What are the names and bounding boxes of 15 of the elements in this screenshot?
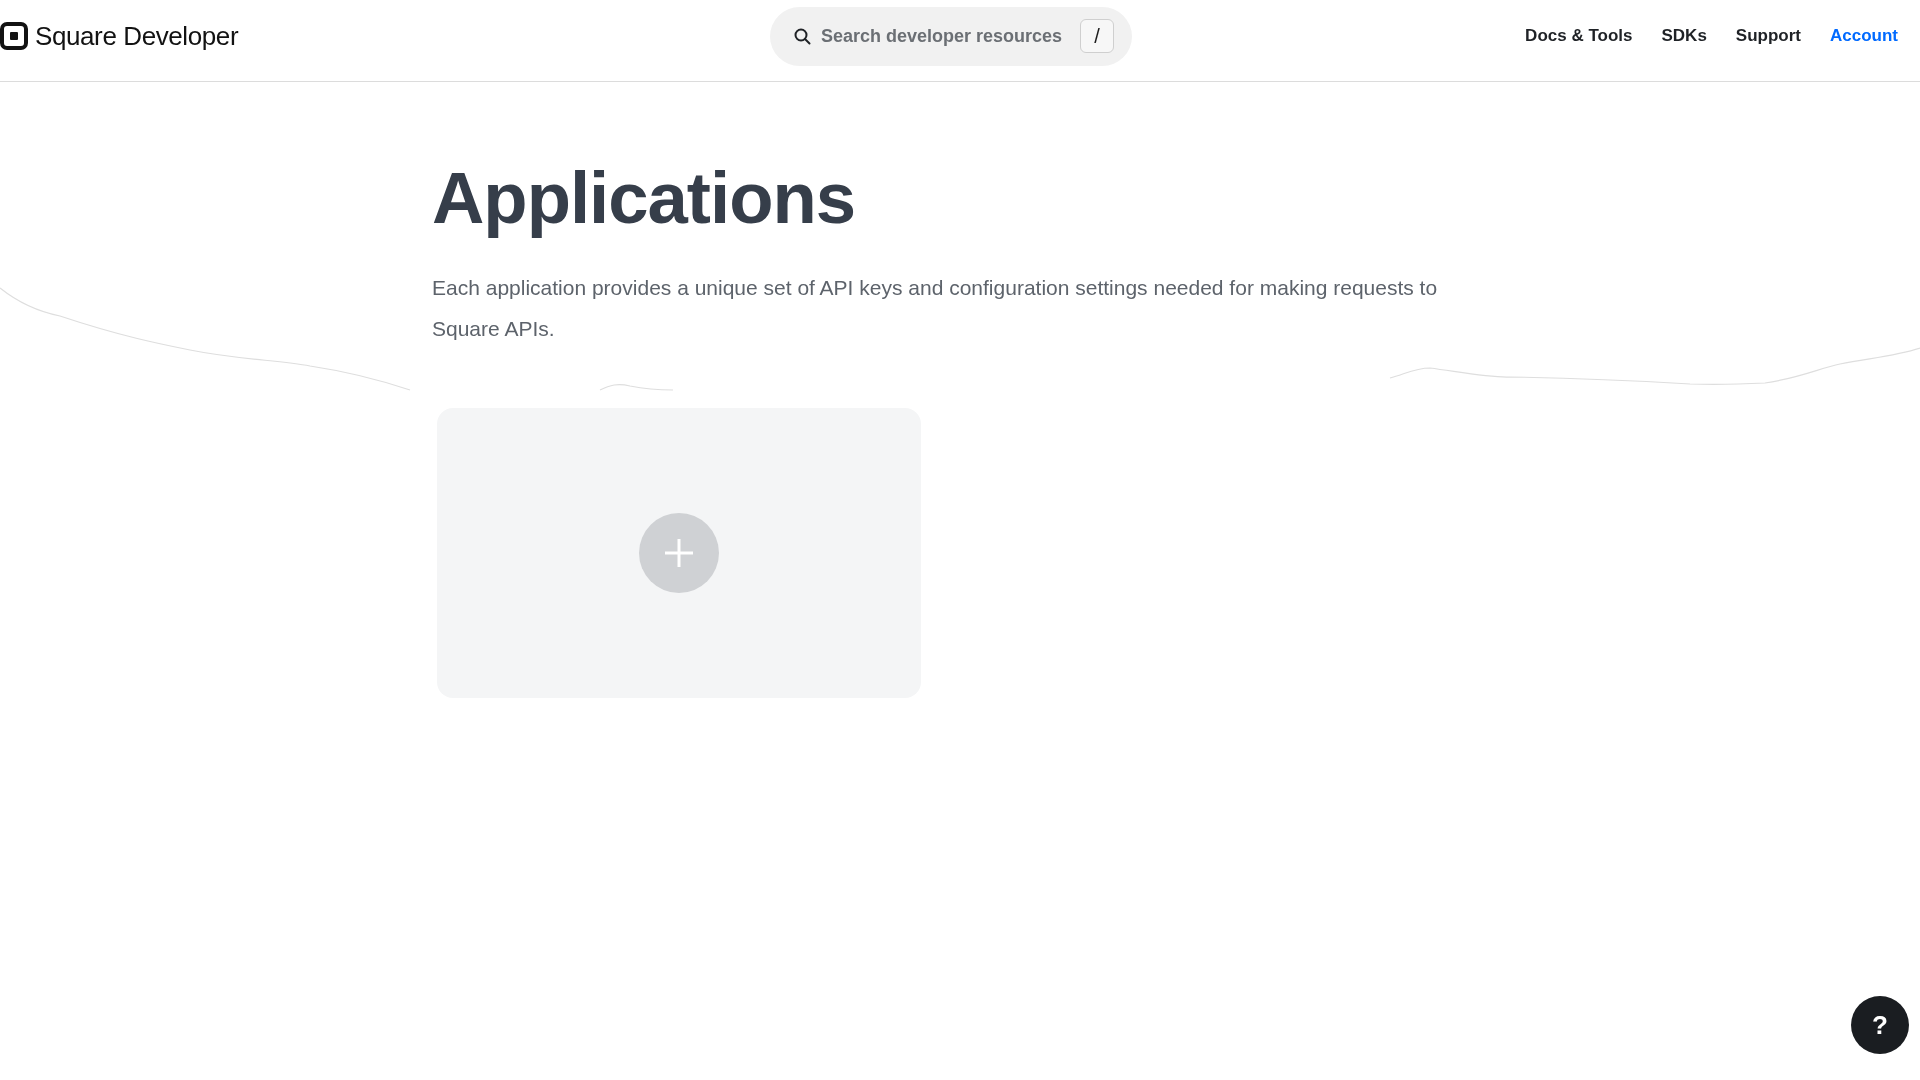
logo-icon [0,22,28,50]
page-title: Applications [432,156,857,240]
search-icon [794,27,811,45]
add-application-card[interactable] [437,408,921,699]
logo-text: Square Developer [35,20,239,52]
nav-link[interactable]: Account [1830,26,1898,46]
plus-icon [639,513,719,594]
square-developer-logo[interactable]: Square Developer [0,18,239,54]
nav-link[interactable]: SDKs [1661,26,1707,46]
nav-link[interactable]: Docs & Tools [1525,26,1633,46]
search-input[interactable]: Search developer resources [821,25,1070,47]
nav-link[interactable]: Support [1735,26,1801,46]
shortcut-key: / [1080,19,1114,53]
page-description: Each application provides a unique set of API keys and configuration settings needed for making requests to Square APIs. [432,275,1439,343]
help-button[interactable]: ? [1851,996,1909,1054]
